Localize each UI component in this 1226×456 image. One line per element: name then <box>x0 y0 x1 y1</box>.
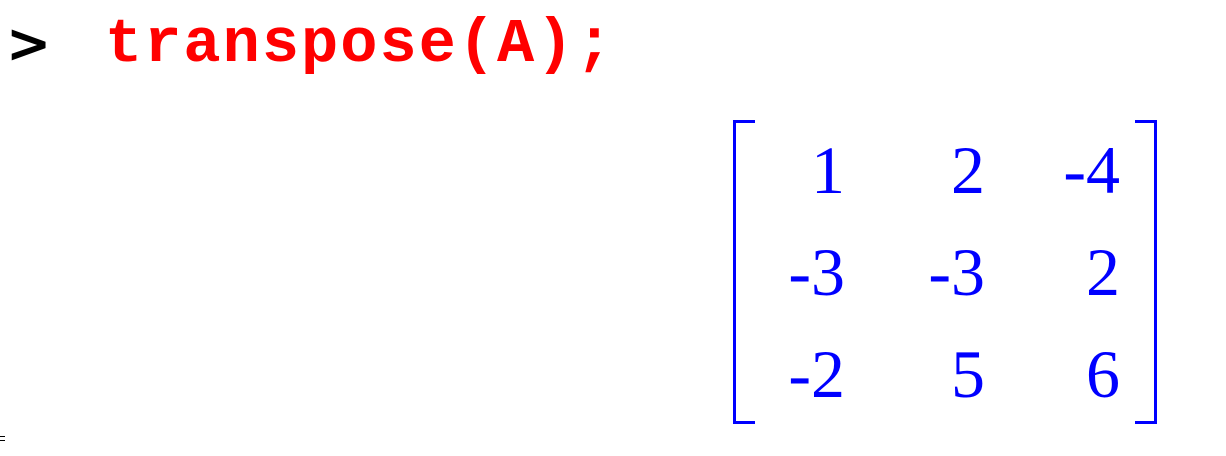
matrix-cell-r1c2: 2 <box>951 132 985 208</box>
input-prompt: > <box>6 12 52 75</box>
matrix-cell-r2c1: -3 <box>788 234 845 310</box>
matrix-cell-r3c2: 5 <box>951 336 985 412</box>
matrix-cell-r2c2: -3 <box>928 234 985 310</box>
matrix-cell-r3c1: -2 <box>788 336 845 412</box>
matrix-cell-r1c1: 1 <box>811 132 845 208</box>
matrix-cell-r2c3: 2 <box>1086 234 1120 310</box>
output-matrix: 1 2 -4 -3 -3 2 -2 5 6 <box>733 120 1157 426</box>
region-marker <box>0 436 5 441</box>
command-input[interactable]: transpose(A); <box>105 10 615 80</box>
matrix-cell-r3c3: 6 <box>1086 336 1120 412</box>
maple-worksheet: > transpose(A); 1 2 -4 -3 -3 2 -2 5 6 <box>0 0 1226 456</box>
matrix-right-bracket <box>1135 120 1157 424</box>
matrix-cell-r1c3: -4 <box>1063 132 1120 208</box>
